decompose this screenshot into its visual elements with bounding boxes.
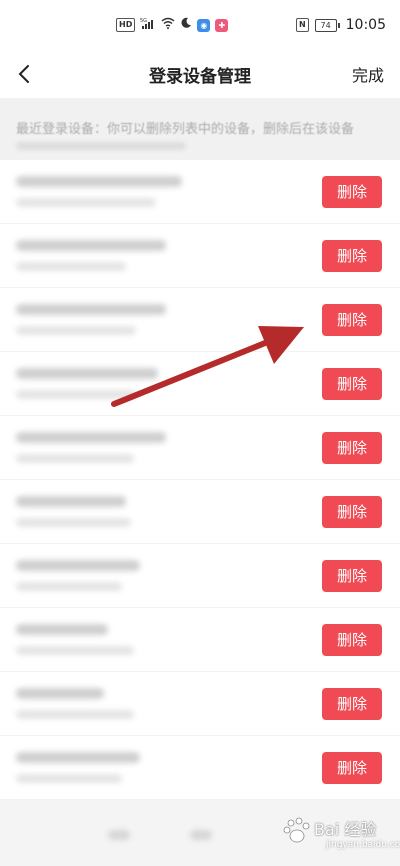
status-bar: HD 5G ◉ ✚ N 74 10:05	[0, 0, 400, 50]
device-name-blurred	[16, 624, 108, 635]
delete-button[interactable]: 删除	[322, 752, 382, 784]
delete-button[interactable]: 删除	[322, 688, 382, 720]
chevron-left-icon	[18, 65, 29, 83]
nav-item-blurred	[108, 830, 130, 840]
delete-button[interactable]: 删除	[322, 560, 382, 592]
device-row: 删除	[0, 544, 400, 608]
delete-button[interactable]: 删除	[322, 432, 382, 464]
device-row: 删除	[0, 352, 400, 416]
device-info-blurred	[16, 582, 122, 591]
notice-text: 最近登录设备：你可以删除列表中的设备，删除后在该设备	[16, 122, 355, 137]
page-title: 登录设备管理	[149, 66, 251, 87]
back-button[interactable]	[10, 60, 38, 88]
paw-logo-icon	[283, 817, 310, 843]
clock: 10:05	[345, 17, 386, 33]
app-header: 登录设备管理 完成	[0, 50, 400, 98]
watermark-text: Bai 经验	[314, 820, 377, 839]
delete-button[interactable]: 删除	[322, 368, 382, 400]
nav-item-blurred	[190, 830, 212, 840]
device-row: 删除	[0, 672, 400, 736]
delete-button[interactable]: 删除	[322, 176, 382, 208]
app-notification-icon-2: ✚	[215, 18, 229, 32]
device-row: 删除	[0, 224, 400, 288]
battery-icon: 74	[314, 18, 340, 32]
device-name-blurred	[16, 240, 166, 251]
status-right: N 74 10:05	[295, 17, 386, 33]
delete-button[interactable]: 删除	[322, 240, 382, 272]
delete-button[interactable]: 删除	[322, 624, 382, 656]
device-list: 删除 删除 删除 删除 删除 删除 删除 删除 删除 删除	[0, 160, 400, 800]
device-info-blurred	[16, 198, 156, 207]
device-name-blurred	[16, 368, 158, 379]
device-info-blurred	[16, 646, 134, 655]
svg-text:5G: 5G	[140, 18, 147, 24]
battery-level: 74	[314, 18, 337, 32]
device-row: 删除	[0, 160, 400, 224]
baidu-watermark: Bai 经验 jingyan.baidu.com	[280, 814, 400, 858]
device-info-blurred	[16, 518, 131, 527]
watermark-url: jingyan.baidu.com	[326, 840, 400, 850]
device-name-blurred	[16, 560, 140, 571]
device-info-blurred	[16, 262, 126, 271]
device-info-blurred	[16, 774, 122, 783]
device-row: 删除	[0, 288, 400, 352]
device-name-blurred	[16, 304, 166, 315]
signal-5g-icon: 5G	[140, 17, 156, 33]
device-name-blurred	[16, 496, 126, 507]
wifi-icon	[161, 17, 175, 33]
hd-icon: HD	[116, 18, 136, 32]
device-row: 删除	[0, 480, 400, 544]
nfc-icon: N	[295, 18, 309, 32]
done-button[interactable]: 完成	[352, 62, 384, 86]
status-icons: HD 5G ◉ ✚	[116, 17, 229, 33]
device-name-blurred	[16, 752, 140, 763]
device-info-blurred	[16, 710, 134, 719]
device-row: 删除	[0, 608, 400, 672]
device-info-blurred	[16, 390, 136, 399]
notice-text-continuation	[16, 142, 186, 150]
device-name-blurred	[16, 432, 166, 443]
delete-button[interactable]: 删除	[322, 496, 382, 528]
device-name-blurred	[16, 176, 182, 187]
moon-icon	[180, 17, 192, 33]
delete-button[interactable]: 删除	[322, 304, 382, 336]
device-row: 删除	[0, 416, 400, 480]
device-info-blurred	[16, 454, 134, 463]
device-info-blurred	[16, 326, 136, 335]
device-row: 删除	[0, 736, 400, 800]
device-name-blurred	[16, 688, 104, 699]
app-notification-icon: ◉	[197, 18, 211, 32]
